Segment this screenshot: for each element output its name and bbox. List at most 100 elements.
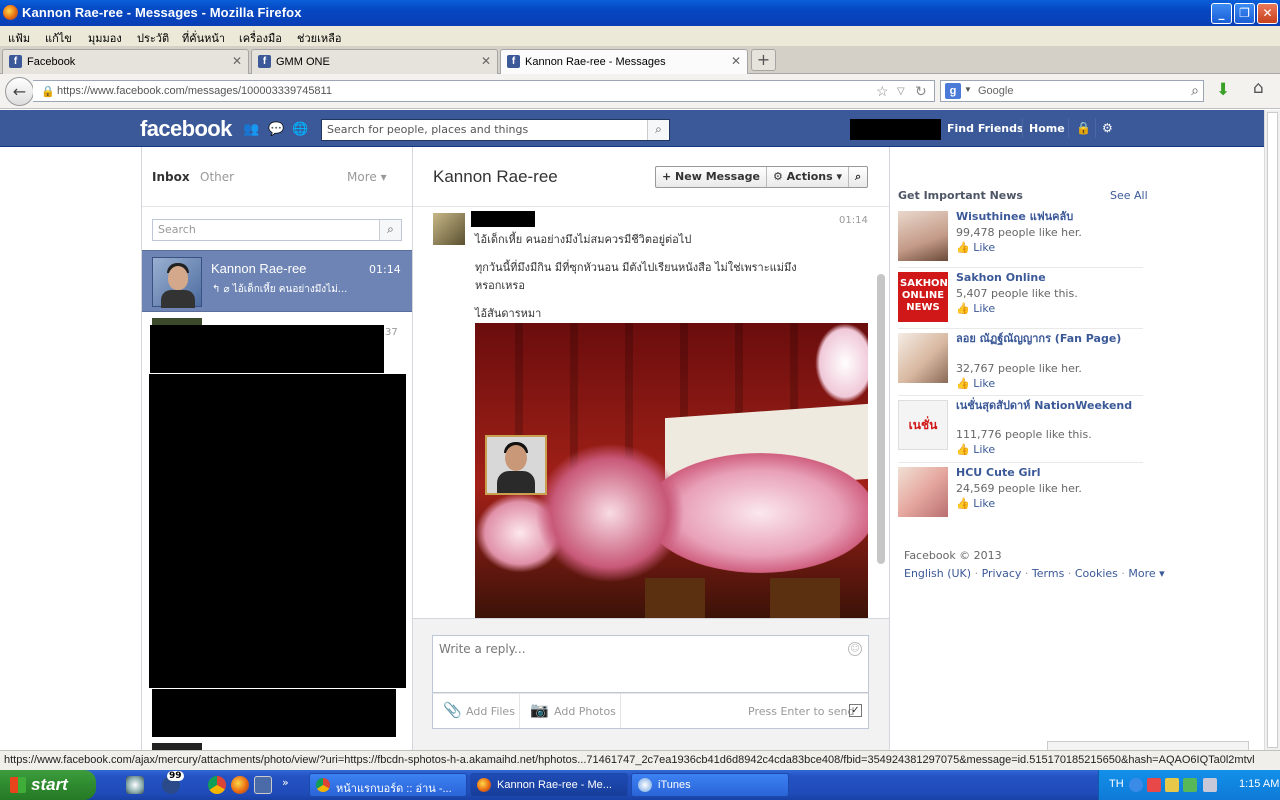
like-button[interactable]: 👍 Like	[956, 497, 995, 510]
search-conversation-button[interactable]: ⌕	[849, 167, 867, 187]
press-enter-checkbox[interactable]: ✓	[849, 704, 862, 717]
menu-bookmarks[interactable]: ที่คั่นหน้า	[182, 29, 225, 47]
search-icon[interactable]: ⌕	[647, 120, 669, 140]
like-button[interactable]: 👍 Like	[956, 377, 995, 390]
footer-link-cookies[interactable]: Cookies	[1075, 567, 1118, 580]
emoticon-icon[interactable]: ☺	[848, 642, 862, 656]
settings-gear-icon[interactable]: ⚙	[1102, 121, 1113, 135]
window-title: Kannon Rae-ree - Messages - Mozilla Fire…	[22, 5, 302, 20]
photo-attachment[interactable]	[475, 323, 868, 620]
avatar	[152, 257, 202, 308]
reload-icon[interactable]: ↻	[915, 83, 927, 100]
home-icon[interactable]: ⌂	[1253, 78, 1264, 98]
facebook-search-input[interactable]	[327, 123, 642, 136]
page-name[interactable]: HCU Cute Girl	[956, 466, 1136, 479]
maximize-button[interactable]: ❐	[1234, 3, 1255, 24]
chrome-icon[interactable]	[208, 776, 226, 794]
facebook-logo[interactable]: facebook	[140, 116, 232, 142]
taskbar-task-chrome[interactable]: หน้าแรกบอร์ด :: อ่าน -...	[309, 773, 467, 797]
close-tab-icon[interactable]: ✕	[232, 54, 242, 68]
firefox-icon[interactable]	[231, 776, 249, 794]
language-indicator[interactable]: TH	[1109, 778, 1124, 790]
tray-network-icon[interactable]	[1165, 778, 1179, 792]
inbox-search-input[interactable]	[158, 223, 373, 236]
thread-name: Kannon Rae-ree	[211, 261, 307, 276]
chat-sidebar-tab[interactable]	[1047, 741, 1249, 750]
back-button[interactable]: ←	[5, 77, 34, 106]
table-leg	[770, 578, 840, 620]
footer-link-more[interactable]: More ▾	[1128, 567, 1164, 580]
download-icon[interactable]: ⬇	[1216, 80, 1230, 100]
engine-dropdown-icon[interactable]: ▼	[964, 85, 972, 94]
tab-other[interactable]: Other	[200, 170, 234, 184]
menu-history[interactable]: ประวัติ	[137, 29, 169, 47]
see-all-link[interactable]: See All	[1110, 189, 1148, 202]
find-friends-link[interactable]: Find Friends	[947, 122, 1024, 135]
like-button[interactable]: 👍 Like	[956, 302, 995, 315]
footer-link-privacy[interactable]: Privacy	[982, 567, 1022, 580]
quicklaunch-icon[interactable]	[126, 776, 144, 794]
tray-security-icon[interactable]	[1147, 778, 1161, 792]
history-dropdown-icon[interactable]: ▽	[897, 86, 905, 97]
page-scrollbar[interactable]	[1264, 110, 1280, 750]
footer-link-language[interactable]: English (UK)	[904, 567, 971, 580]
menu-file[interactable]: แฟ้ม	[8, 29, 30, 47]
close-tab-icon[interactable]: ✕	[731, 54, 741, 68]
more-quicklaunch-icon[interactable]: »	[282, 776, 289, 789]
thread-item-selected[interactable]: Kannon Rae-ree 01:14 ↰ ⌀ ไอ้เด็กเหี้ย คน…	[142, 250, 412, 312]
tray-arrow-icon[interactable]	[1129, 778, 1143, 792]
search-engine-box[interactable]: g ▼ Google ⌕	[940, 80, 1204, 102]
messages-icon[interactable]: 💬	[268, 122, 284, 137]
tab-gmm-one[interactable]: f GMM ONE ✕	[251, 49, 498, 74]
search-icon[interactable]: ⌕	[1191, 82, 1199, 99]
footer-link-terms[interactable]: Terms	[1032, 567, 1064, 580]
page-name[interactable]: Wisuthinee แฟนคลับ	[956, 210, 1136, 223]
tray-app-icon[interactable]	[1183, 778, 1197, 792]
menu-tools[interactable]: เครื่องมือ	[239, 29, 282, 47]
address-bar[interactable]: 🔒 https://www.facebook.com/messages/1000…	[33, 80, 935, 102]
conversation-title: Kannon Rae-ree	[433, 167, 558, 186]
new-tab-button[interactable]: +	[751, 49, 776, 71]
close-tab-icon[interactable]: ✕	[481, 54, 491, 68]
like-button[interactable]: 👍 Like	[956, 241, 995, 254]
page-name[interactable]: เนชั่นสุดสัปดาห์ NationWeekend	[956, 399, 1136, 412]
add-files-button[interactable]: Add Files	[466, 705, 515, 718]
new-message-button[interactable]: + New Message	[656, 167, 767, 187]
menu-help[interactable]: ช่วยเหลือ	[297, 29, 341, 47]
friend-requests-icon[interactable]: 👥	[243, 122, 259, 137]
start-button[interactable]: start	[0, 770, 96, 800]
page-thumbnail[interactable]	[898, 467, 948, 517]
close-window-button[interactable]: ✕	[1257, 3, 1278, 24]
minimize-button[interactable]: _	[1211, 3, 1232, 24]
privacy-shortcuts-icon[interactable]: 🔒	[1076, 121, 1091, 135]
menu-edit[interactable]: แก้ไข	[45, 29, 72, 47]
tray-volume-icon[interactable]	[1203, 778, 1217, 792]
page-name[interactable]: Sakhon Online	[956, 271, 1136, 284]
page-name[interactable]: ลอย ณัฏฐ์ณัญญากร (Fan Page)	[956, 332, 1136, 345]
bookmark-star-icon[interactable]: ☆	[876, 83, 889, 100]
add-photos-button[interactable]: Add Photos	[554, 705, 616, 718]
page-thumbnail[interactable]: เนชั่น	[898, 400, 948, 450]
search-icon[interactable]: ⌕	[379, 220, 401, 240]
inbox-header: Inbox Other More ▾	[142, 147, 412, 207]
redacted-thread	[152, 689, 396, 737]
like-button[interactable]: 👍 Like	[956, 443, 995, 456]
actions-button[interactable]: ⚙ Actions ▾	[767, 167, 850, 187]
home-link[interactable]: Home	[1029, 122, 1065, 135]
more-dropdown[interactable]: More ▾	[347, 170, 387, 184]
message-scrollbar[interactable]	[877, 274, 885, 564]
tab-messages[interactable]: f Kannon Rae-ree - Messages ✕	[500, 49, 748, 75]
app-icon[interactable]	[254, 776, 272, 794]
reply-input[interactable]	[439, 642, 834, 686]
tab-facebook[interactable]: f Facebook ✕	[2, 49, 249, 74]
taskbar-task-firefox[interactable]: Kannon Rae-ree - Me...	[470, 773, 628, 797]
tab-inbox[interactable]: Inbox	[152, 170, 190, 184]
copyright: Facebook © 2013	[904, 549, 1002, 562]
page-thumbnail[interactable]	[898, 211, 948, 261]
notifications-icon[interactable]: 🌐	[292, 122, 308, 137]
menu-view[interactable]: มุมมอง	[88, 29, 122, 47]
page-thumbnail[interactable]	[898, 333, 948, 383]
taskbar-task-itunes[interactable]: iTunes	[631, 773, 789, 797]
page-thumbnail[interactable]: SAKHON ONLINE NEWS	[898, 272, 948, 322]
news-heading: Get Important News	[898, 189, 1023, 202]
